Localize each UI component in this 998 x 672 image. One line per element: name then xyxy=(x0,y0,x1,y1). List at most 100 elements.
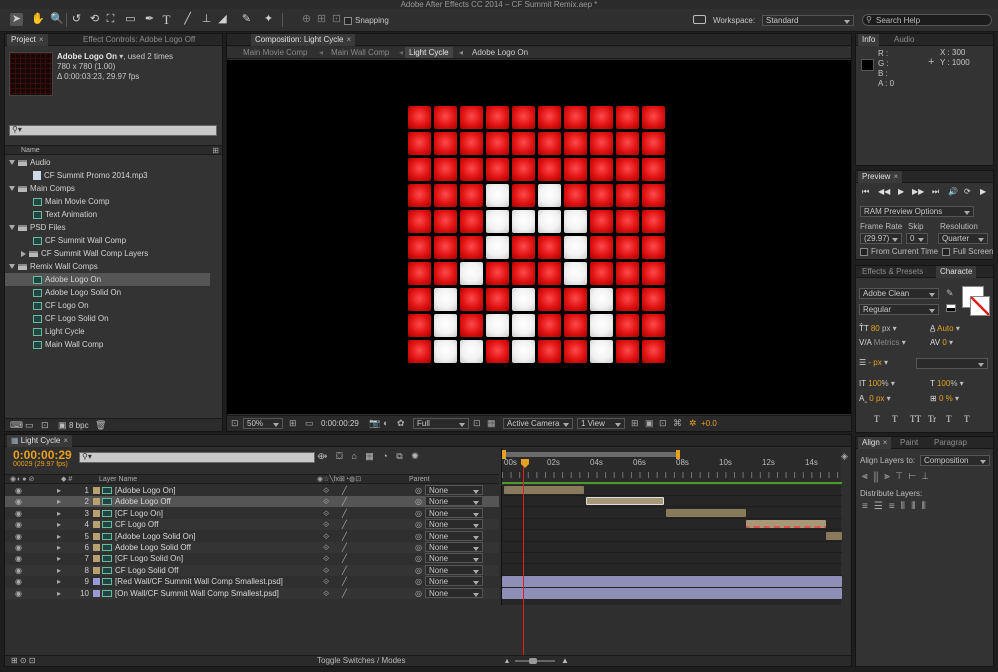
quality-switch-icon[interactable]: ╱ xyxy=(342,531,347,542)
layer-name[interactable]: [CF Logo Solid On] xyxy=(115,553,183,564)
stroke-width-value[interactable]: - px xyxy=(868,358,881,367)
previous-frame-icon[interactable]: ◀◀ xyxy=(878,187,890,196)
eraser-tool-icon[interactable]: ◢ xyxy=(216,13,229,26)
distribute-hcenter-icon[interactable]: ⦀ xyxy=(911,501,921,512)
project-item[interactable]: Audio xyxy=(5,156,210,169)
parent-dropdown[interactable]: None xyxy=(425,587,483,598)
tab-audio[interactable]: Audio xyxy=(890,34,918,46)
timeline-icon[interactable]: ⊡ xyxy=(659,418,667,429)
breadcrumb-main-wall-comp[interactable]: Main Wall Comp xyxy=(331,48,389,57)
workspace-icon[interactable] xyxy=(693,15,706,24)
layer-track[interactable] xyxy=(502,542,842,553)
chevron-down-icon[interactable]: ▾ xyxy=(899,338,906,347)
font-style-dropdown[interactable]: Regular xyxy=(859,304,939,315)
eye-icon[interactable]: ◉ xyxy=(15,508,22,519)
align-left-icon[interactable]: ⫷ xyxy=(862,471,874,482)
eyedropper-icon[interactable]: ✎ xyxy=(946,288,954,299)
layer-track[interactable] xyxy=(502,576,842,588)
baseline-shift-field[interactable]: A‸ 0 px ▾ xyxy=(859,394,891,403)
disclosure-triangle-icon[interactable]: ▸ xyxy=(57,496,61,507)
parent-pick-whip-icon[interactable]: ◎ xyxy=(415,531,422,542)
layer-row[interactable]: ◉ ▸ 6 Adobe Logo Solid Off ⟐ ╱ ◎ None xyxy=(5,542,499,553)
layer-duration-bar[interactable] xyxy=(502,576,842,588)
last-frame-icon[interactable]: ⏭ xyxy=(932,187,939,197)
layer-duration-bar[interactable] xyxy=(502,587,842,599)
disclosure-triangle-icon[interactable]: ▸ xyxy=(57,485,61,496)
project-item[interactable]: CF Logo On xyxy=(5,299,210,312)
layer-row[interactable]: ◉ ▸ 3 [CF Logo On] ⟐ ╱ ◎ None xyxy=(5,507,499,519)
camera-tool-icon[interactable]: ⟲ xyxy=(88,13,101,26)
parent-dropdown[interactable]: None xyxy=(425,576,483,587)
exposure-value[interactable]: +0.0 xyxy=(701,419,717,428)
tab-light-cycle[interactable]: ▦ Light Cycle × xyxy=(7,435,73,447)
project-item[interactable]: Main Movie Comp xyxy=(5,195,210,208)
eye-icon[interactable]: ◉ xyxy=(15,542,22,553)
label-color-swatch[interactable] xyxy=(93,578,100,586)
rotate-tool-icon[interactable]: ↺ xyxy=(70,13,83,26)
text-style-button[interactable]: T xyxy=(964,414,970,424)
interpret-footage-icon[interactable]: ⌨ xyxy=(10,420,23,431)
stroke-style-dropdown[interactable] xyxy=(916,358,988,369)
parent-dropdown[interactable]: None xyxy=(425,530,483,541)
shy-icon[interactable]: ⌂ xyxy=(351,451,356,461)
from-current-time-option[interactable]: From Current Time xyxy=(860,247,938,256)
layer-track[interactable] xyxy=(502,485,842,496)
chevron-down-icon[interactable]: ▾ xyxy=(889,379,895,388)
disclosure-triangle-icon[interactable] xyxy=(9,160,15,166)
disclosure-triangle-icon[interactable]: ▸ xyxy=(57,553,61,564)
mask-visibility-icon[interactable]: ▭ xyxy=(305,418,314,429)
layer-name[interactable]: [On Wall/CF Summit Wall Comp Smallest.ps… xyxy=(115,588,279,599)
layer-row[interactable]: ◉ ▸ 8 CF Logo Solid Off ⟐ ╱ ◎ None xyxy=(5,564,499,576)
quality-switch-icon[interactable]: ╱ xyxy=(342,542,347,553)
collapse-switch-icon[interactable]: ⟐ xyxy=(323,576,329,587)
graph-editor-icon[interactable]: ⧉ xyxy=(396,451,402,461)
frame-blending-icon[interactable]: ▦ xyxy=(365,451,374,461)
tab-effect-controls[interactable]: Effect Controls: Adobe Logo Off xyxy=(79,34,199,46)
align-to-dropdown[interactable]: Composition xyxy=(920,455,990,466)
quality-switch-icon[interactable]: ╱ xyxy=(342,508,347,519)
layer-row[interactable]: ◉ ▸ 2 Adobe Logo Off ⟐ ╱ ◎ None xyxy=(5,496,499,508)
transparency-grid-icon[interactable]: ▦ xyxy=(487,418,496,429)
bpc-label[interactable]: 8 bpc xyxy=(69,421,89,430)
comp-mini-flowchart-icon[interactable]: ⟴ xyxy=(317,451,327,461)
camera-dropdown[interactable]: Active Camera xyxy=(503,418,573,429)
project-item[interactable]: Main Wall Comp xyxy=(5,338,210,351)
pen-tool-icon[interactable]: ✒ xyxy=(143,13,156,26)
collapse-switch-icon[interactable]: ⟐ xyxy=(323,485,329,496)
quality-switch-icon[interactable]: ╱ xyxy=(342,588,347,599)
resolution-dropdown[interactable]: Quarter xyxy=(938,233,988,244)
tab-effects-presets[interactable]: Effects & Presets xyxy=(858,266,927,278)
timeline-zoom-handle[interactable] xyxy=(529,658,537,664)
breadcrumb-main-movie-comp[interactable]: Main Movie Comp xyxy=(243,48,307,57)
parent-pick-whip-icon[interactable]: ◎ xyxy=(415,542,422,553)
project-column-header[interactable]: Name ⊞ xyxy=(5,145,222,155)
eye-icon[interactable]: ◉ xyxy=(15,519,22,530)
disclosure-triangle-icon[interactable]: ▸ xyxy=(57,531,61,542)
brush-tool-icon[interactable]: ╱ xyxy=(181,13,194,26)
label-color-swatch[interactable] xyxy=(93,509,100,517)
label-color-swatch[interactable] xyxy=(93,498,100,506)
quality-switch-icon[interactable]: ╱ xyxy=(342,519,347,530)
chevron-down-icon[interactable]: ▾ xyxy=(954,324,960,333)
parent-pick-whip-icon[interactable]: ◎ xyxy=(415,508,422,519)
layer-name[interactable]: [Adobe Logo On] xyxy=(115,485,176,496)
eye-icon[interactable]: ◉ xyxy=(15,588,22,599)
layer-name-header[interactable]: Layer Name xyxy=(99,475,137,484)
chevron-down-icon[interactable]: ▾ xyxy=(890,324,897,333)
disclosure-triangle-icon[interactable]: ▸ xyxy=(57,508,61,519)
text-tool-icon[interactable]: T xyxy=(160,13,173,26)
clone-tool-icon[interactable]: ⊥ xyxy=(200,13,213,26)
label-color-swatch[interactable] xyxy=(93,521,100,529)
trash-icon[interactable]: 🗑 xyxy=(95,420,106,431)
layer-row[interactable]: ◉ ▸ 4 CF Logo Off ⟐ ╱ ◎ None xyxy=(5,519,499,531)
tracking-field[interactable]: AV 0 ▾ xyxy=(930,338,953,347)
tab-preview[interactable]: Preview × xyxy=(858,171,903,183)
font-size-value[interactable]: 80 xyxy=(871,324,880,333)
distribute-left-icon[interactable]: ⦀ xyxy=(901,501,911,512)
label-color-swatch[interactable] xyxy=(93,555,100,563)
show-snapshot-icon[interactable]: ◐ xyxy=(383,418,388,428)
reset-exposure-icon[interactable]: ✲ xyxy=(689,418,697,429)
disclosure-triangle-icon[interactable] xyxy=(9,186,15,192)
close-icon[interactable]: × xyxy=(346,35,351,44)
layer-track[interactable] xyxy=(502,519,842,531)
